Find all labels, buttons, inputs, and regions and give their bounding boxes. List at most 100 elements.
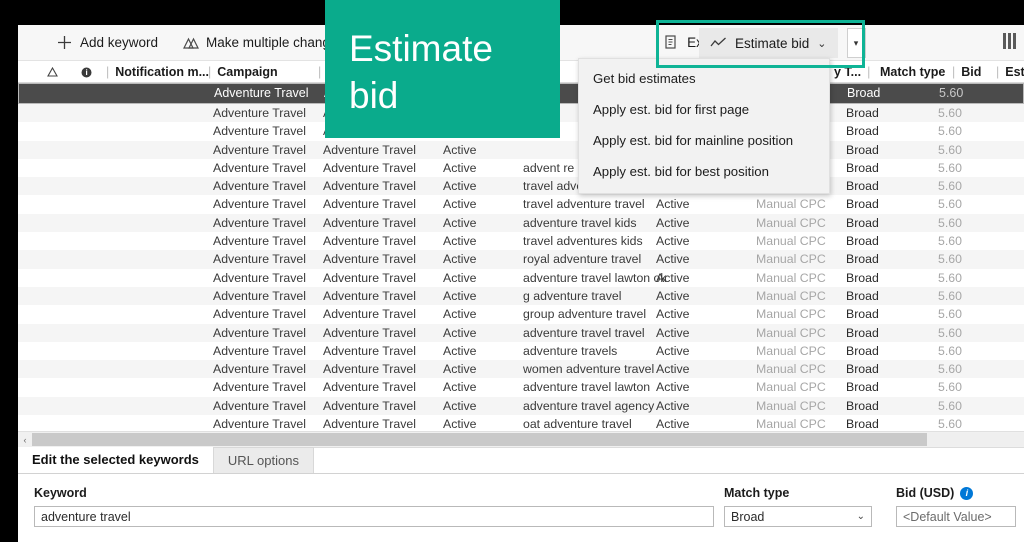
- cell-keyword: adventure travel lawton: [523, 380, 651, 395]
- cell-campaign: Adventure Travel: [213, 270, 306, 285]
- cell-match_type: Broad: [846, 325, 879, 340]
- toolbar-overflow-button[interactable]: ▾: [846, 28, 866, 58]
- estimate-bid-button[interactable]: Estimate bid ⌄: [699, 28, 838, 58]
- cell-keyword: royal adventure travel: [523, 252, 642, 267]
- cell-adgroup: Adventure Travel: [323, 362, 416, 377]
- header-bid[interactable]: | Bid: [952, 61, 981, 83]
- header-divider: |: [996, 65, 1000, 79]
- table-row[interactable]: Adventure Travel Adventure Travel Active ro…: [18, 250, 1024, 269]
- cell-keyword_status: Active: [656, 288, 690, 303]
- cell-match_type: Broad: [846, 215, 879, 230]
- scrollbar-thumb[interactable]: [32, 433, 927, 446]
- cell-adgroup: Adventure Travel: [323, 179, 416, 194]
- header-divider: |: [318, 65, 322, 79]
- table-row[interactable]: Adventure Travel Adventure Travel Active ad…: [18, 378, 1024, 396]
- cell-bid: 5.60: [938, 160, 962, 175]
- cell-bid: 5.60: [938, 106, 962, 120]
- cell-bid: 5.60: [938, 234, 962, 249]
- tab-edit-selected-keywords[interactable]: Edit the selected keywords: [18, 447, 213, 473]
- scrollbar-track[interactable]: [32, 433, 1024, 446]
- cell-bid: 5.60: [938, 380, 962, 395]
- header-divider: |: [952, 65, 956, 79]
- header-est-first-page-label: Est. first p: [1005, 65, 1024, 79]
- cell-match_type: Broad: [846, 106, 879, 120]
- cell-keyword: adventure travel agency: [523, 398, 655, 413]
- table-row[interactable]: Adventure Travel Adventure Travel Active gr…: [18, 305, 1024, 323]
- tab-edit-selected-keywords-label: Edit the selected keywords: [32, 451, 199, 467]
- columns-icon[interactable]: [1003, 33, 1016, 49]
- cell-bid_strategy: Manual CPC: [756, 343, 826, 358]
- callout-card: Estimate bid: [325, 0, 560, 138]
- cell-campaign: Adventure Travel: [213, 197, 306, 212]
- table-row[interactable]: Adventure Travel Adventure Travel Active tr…: [18, 195, 1024, 213]
- bid-input[interactable]: <Default Value>: [896, 506, 1016, 527]
- cell-match_type: Broad: [846, 380, 879, 395]
- cell-campaign: Adventure Travel: [213, 252, 306, 267]
- cell-adgroup: Adventure Travel: [323, 307, 416, 322]
- estimate-bid-dropdown-menu[interactable]: Get bid estimates Apply est. bid for firs…: [578, 58, 830, 194]
- table-row[interactable]: Adventure Travel Adventure Travel Active ad…: [18, 213, 1024, 233]
- cell-match_type: Broad: [846, 417, 879, 431]
- cell-bid_strategy: Manual CPC: [756, 398, 826, 413]
- table-row[interactable]: Adventure Travel Adventure Travel Active ad…: [18, 159, 1024, 177]
- cell-bid: 5.60: [938, 288, 962, 303]
- horizontal-scrollbar[interactable]: ‹: [18, 431, 1024, 447]
- cell-adgroup: Adventure Travel: [323, 252, 416, 267]
- cell-bid: 5.60: [938, 179, 962, 194]
- table-row[interactable]: Adventure TravelAdventure TravelActiveAc…: [18, 140, 1024, 159]
- tab-url-options[interactable]: URL options: [212, 447, 314, 473]
- match-type-select[interactable]: Broad ⌄: [724, 506, 872, 527]
- bid-label: Bid (USD): [896, 486, 955, 500]
- table-row[interactable]: Adventure Travel Adventure Travel Active ad…: [18, 323, 1024, 342]
- cell-bid_strategy: Manual CPC: [756, 234, 826, 249]
- estimate-bid-control: Estimate bid ⌄ ▾: [699, 28, 866, 58]
- add-keyword-button[interactable]: Add keyword: [44, 26, 170, 60]
- header-bid-strategy-type[interactable]: y T... |: [834, 61, 870, 83]
- make-multiple-changes-label: Make multiple changes: [206, 35, 345, 50]
- header-notification-msg[interactable]: | Notification m...: [106, 61, 209, 83]
- header-info-icon[interactable]: [74, 61, 98, 83]
- cell-status: Active: [443, 380, 477, 395]
- callout-line-2: bid: [349, 75, 399, 116]
- menu-item-1[interactable]: Apply est. bid for first page: [579, 94, 829, 125]
- table-row[interactable]: Adventure Travel Adventure Travel Active ad…: [18, 269, 1024, 287]
- menu-item-2[interactable]: Apply est. bid for mainline position: [579, 125, 829, 156]
- table-row[interactable]: Adventure Travel Adventure Travel Active oa…: [18, 415, 1024, 431]
- header-notification-msg-label: Notification m...: [115, 65, 209, 79]
- cell-bid: 5.60: [938, 417, 962, 431]
- plus-icon: [56, 34, 73, 51]
- scroll-left-arrow-icon[interactable]: ‹: [18, 435, 32, 445]
- cell-keyword: travel adventures kids: [523, 234, 643, 249]
- multiple-changes-icon: [182, 34, 199, 51]
- cell-campaign: Adventure Travel: [213, 106, 306, 120]
- cell-adgroup: Adventure Travel: [323, 197, 416, 212]
- header-est-first-page[interactable]: | Est. first p: [996, 61, 1024, 83]
- header-divider: |: [106, 65, 110, 79]
- app-root: Add keyword Make multiple changes Estima…: [0, 0, 1024, 542]
- keyword-input[interactable]: adventure travel: [34, 506, 714, 527]
- match-type-field-group: Match type Broad ⌄: [724, 486, 872, 527]
- table-row[interactable]: Adventure Travel Adventure Travel Active ad…: [18, 342, 1024, 360]
- header-bid-label: Bid: [961, 65, 982, 79]
- cell-campaign: Adventure Travel: [213, 380, 306, 395]
- menu-item-0[interactable]: Get bid estimates: [579, 63, 829, 94]
- cell-bid: 5.60: [938, 215, 962, 230]
- cell-keyword: group adventure travel: [523, 307, 647, 322]
- table-row[interactable]: Adventure Travel Adventure Travel Active ad…: [18, 396, 1024, 416]
- table-row[interactable]: Adventure Travel Adventure Travel Active tr…: [18, 177, 1024, 196]
- cell-bid: 5.60: [938, 362, 962, 377]
- chevron-down-icon: ⌄: [817, 37, 827, 50]
- header-campaign[interactable]: | Campaign: [208, 61, 278, 83]
- header-match-type[interactable]: Match type: [880, 61, 945, 83]
- table-row[interactable]: Adventure Travel Adventure Travel Active g …: [18, 286, 1024, 306]
- menu-item-3[interactable]: Apply est. bid for best position: [579, 156, 829, 187]
- table-row[interactable]: Adventure Travel Adventure Travel Active wo…: [18, 360, 1024, 379]
- cell-campaign: Adventure Travel: [213, 362, 306, 377]
- caret-down-icon: ▾: [853, 37, 859, 48]
- cell-campaign: Adventure Travel: [213, 417, 306, 431]
- header-alert-icon[interactable]: [40, 61, 64, 83]
- info-icon[interactable]: i: [960, 486, 974, 500]
- table-row[interactable]: Adventure Travel Adventure Travel Active tr…: [18, 232, 1024, 250]
- cell-keyword_status: Active: [656, 215, 690, 230]
- cell-status: Active: [443, 362, 477, 377]
